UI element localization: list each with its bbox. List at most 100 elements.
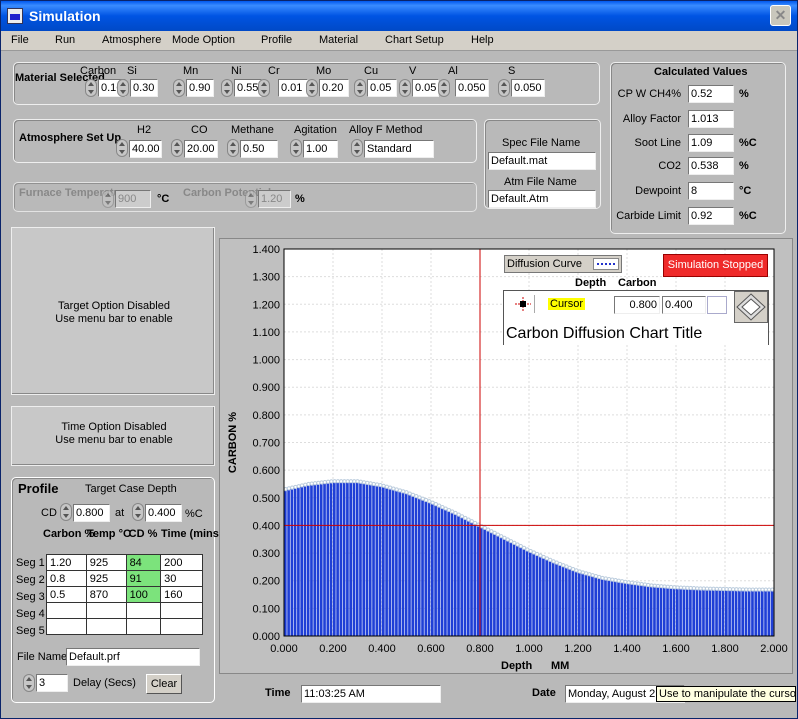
- spec-file-input[interactable]: Default.mat: [488, 152, 596, 170]
- close-icon[interactable]: ✕: [770, 5, 791, 26]
- bar-top-point: [597, 574, 602, 580]
- seg-time-cell[interactable]: [160, 602, 203, 619]
- element-spinner-v[interactable]: [399, 79, 411, 97]
- delay-input[interactable]: 3: [36, 674, 68, 692]
- seg-time-cell[interactable]: 30: [160, 570, 203, 587]
- calc-label-0: CP W CH4%: [617, 88, 681, 100]
- seg-temp-cell[interactable]: 925: [85, 554, 127, 571]
- element-spinner-mo[interactable]: [306, 79, 318, 97]
- alloy-method-select[interactable]: Standard: [364, 140, 434, 158]
- profile-file-input[interactable]: Default.prf: [66, 648, 200, 666]
- bar: [613, 580, 617, 636]
- bar: [391, 488, 395, 636]
- cd-input[interactable]: 0.800: [73, 504, 110, 522]
- bar-top-point: [388, 485, 393, 490]
- element-label-si: Si: [127, 65, 137, 77]
- x-tick-label: 1.000: [515, 643, 543, 655]
- bar: [368, 483, 372, 636]
- seg-carbon-cell[interactable]: 0.8: [46, 570, 87, 587]
- furnace-temp-input[interactable]: 900: [115, 190, 151, 208]
- delay-spinner[interactable]: [23, 674, 35, 692]
- element-spinner-cr[interactable]: [258, 79, 270, 97]
- bar-top-point: [734, 587, 739, 592]
- seg-temp-cell[interactable]: 870: [85, 586, 127, 603]
- seg-carbon-cell[interactable]: 1.20: [46, 554, 87, 571]
- menu-file[interactable]: File: [11, 34, 29, 46]
- cursor-options-icon[interactable]: [707, 296, 727, 314]
- title-bar: Simulation ✕: [1, 1, 797, 31]
- element-input-cu[interactable]: 0.05: [367, 79, 397, 97]
- cd-pct-input[interactable]: 0.400: [145, 504, 182, 522]
- seg-temp-cell[interactable]: [85, 618, 127, 635]
- element-spinner-mn[interactable]: [173, 79, 185, 97]
- seg-temp-cell[interactable]: [85, 602, 127, 619]
- element-spinner-cu[interactable]: [354, 79, 366, 97]
- methane-input[interactable]: 0.50: [240, 140, 278, 158]
- element-input-cr[interactable]: 0.01: [278, 79, 308, 97]
- element-input-v[interactable]: 0.05: [412, 79, 439, 97]
- bar: [342, 481, 346, 636]
- methane-spinner[interactable]: [227, 139, 239, 157]
- menu-chart-setup[interactable]: Chart Setup: [385, 34, 444, 46]
- bar: [355, 481, 359, 636]
- clear-button[interactable]: Clear: [146, 674, 182, 694]
- bar: [431, 502, 434, 636]
- seg-temp-cell[interactable]: 925: [85, 570, 127, 587]
- bar: [329, 481, 333, 636]
- carbon-potential-input[interactable]: 1.20: [258, 190, 291, 208]
- menu-atmosphere[interactable]: Atmosphere: [102, 34, 161, 46]
- seg-label: Seg 2: [16, 574, 45, 586]
- co-input[interactable]: 20.00: [184, 140, 218, 158]
- element-spinner-al[interactable]: [438, 79, 450, 97]
- seg-carbon-cell[interactable]: 0.5: [46, 586, 87, 603]
- menu-mode-option[interactable]: Mode Option: [172, 34, 235, 46]
- bar-top-point: [606, 576, 612, 582]
- furnace-temp-spinner[interactable]: [102, 190, 114, 208]
- bar-top-point: [348, 479, 354, 484]
- atm-file-input[interactable]: Default.Atm: [488, 190, 596, 208]
- bar-top-point: [629, 580, 634, 585]
- element-spinner-s[interactable]: [498, 79, 510, 97]
- seg-time-cell[interactable]: 200: [160, 554, 203, 571]
- seg-time-cell[interactable]: 160: [160, 586, 203, 603]
- element-input-mn[interactable]: 0.90: [186, 79, 214, 97]
- cursor-name[interactable]: Cursor: [548, 298, 586, 310]
- pct-c-unit: %C: [185, 508, 203, 520]
- window-title: Simulation: [29, 8, 101, 24]
- element-input-si[interactable]: 0.30: [130, 79, 158, 97]
- bar: [558, 563, 562, 636]
- seg-cd-cell[interactable]: 100: [125, 586, 162, 603]
- seg-cd-cell[interactable]: [125, 618, 162, 635]
- h2-spinner[interactable]: [116, 139, 128, 157]
- h2-input[interactable]: 40.00: [129, 140, 162, 158]
- seg-time-cell[interactable]: [160, 618, 203, 635]
- seg-carbon-cell[interactable]: [46, 602, 87, 619]
- element-spinner-carbon[interactable]: [85, 79, 97, 97]
- element-input-mo[interactable]: 0.20: [319, 79, 349, 97]
- seg-cd-cell[interactable]: 91: [125, 570, 162, 587]
- agitation-input[interactable]: 1.00: [303, 140, 338, 158]
- menu-profile[interactable]: Profile: [261, 34, 292, 46]
- diffusion-curve-control[interactable]: Diffusion Curve: [504, 255, 622, 273]
- element-input-s[interactable]: 0.050: [511, 79, 545, 97]
- seg-cd-cell[interactable]: [125, 602, 162, 619]
- menu-run[interactable]: Run: [55, 34, 75, 46]
- bar-top-point: [283, 487, 288, 492]
- menu-material[interactable]: Material: [319, 34, 358, 46]
- bar-top-point: [326, 479, 331, 484]
- agitation-spinner[interactable]: [290, 139, 302, 157]
- bar: [545, 558, 548, 636]
- seg-carbon-cell[interactable]: [46, 618, 87, 635]
- element-input-al[interactable]: 0.050: [455, 79, 489, 97]
- cd-spinner[interactable]: [60, 503, 72, 521]
- element-spinner-si[interactable]: [117, 79, 129, 97]
- menu-help[interactable]: Help: [471, 34, 494, 46]
- seg-cd-cell[interactable]: 84: [125, 554, 162, 571]
- bar: [770, 589, 774, 636]
- carbon-potential-spinner[interactable]: [245, 190, 257, 208]
- cd-pct-spinner[interactable]: [132, 503, 144, 521]
- alloy-method-spinner[interactable]: [351, 139, 363, 157]
- cursor-mover-icon[interactable]: [734, 291, 768, 323]
- co-spinner[interactable]: [171, 139, 183, 157]
- element-spinner-ni[interactable]: [221, 79, 233, 97]
